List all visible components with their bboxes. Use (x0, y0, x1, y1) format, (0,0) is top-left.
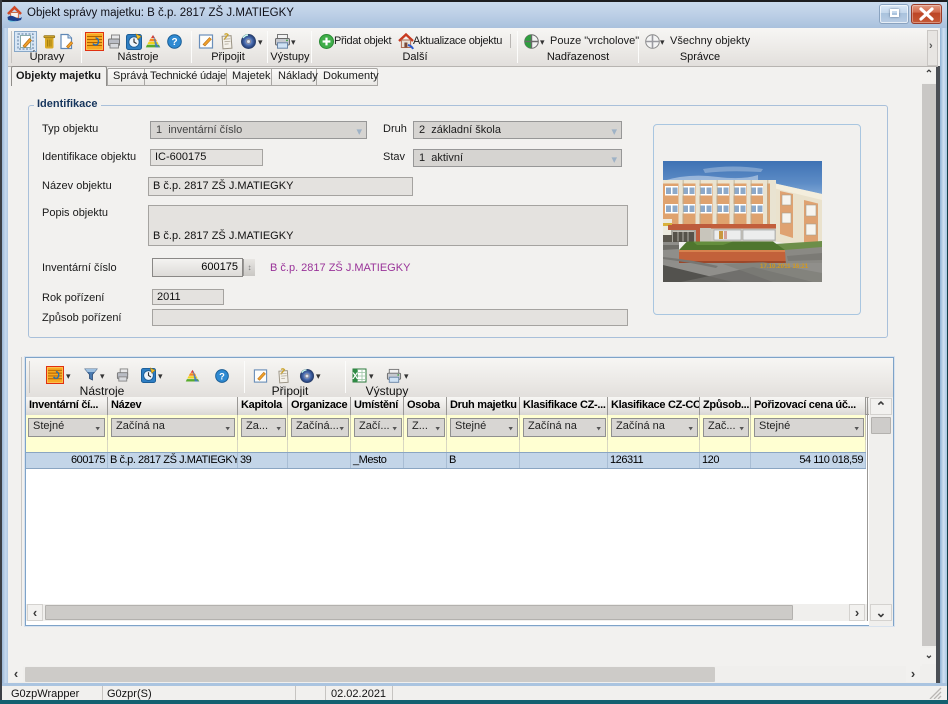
svg-text:?: ? (171, 37, 177, 48)
svg-text:?: ? (219, 371, 225, 381)
svg-text:X: X (352, 371, 358, 381)
svg-text:17.10.2011 16:21: 17.10.2011 16:21 (760, 263, 809, 270)
